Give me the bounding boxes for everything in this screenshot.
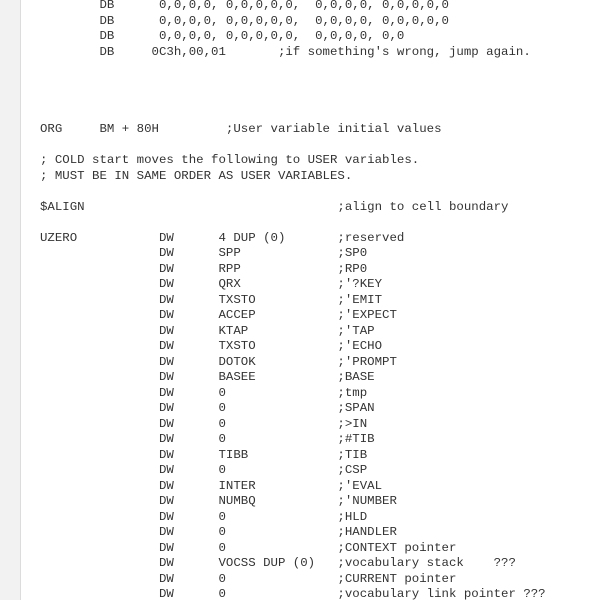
code-line[interactable]: DW VOCSS DUP (0) ;vocabulary stack ??? xyxy=(40,556,600,572)
code-line[interactable]: DW 0 ;tmp xyxy=(40,386,600,402)
code-line[interactable]: DW 0 ;#TIB xyxy=(40,432,600,448)
code-line[interactable]: DW 0 ;vocabulary link pointer ??? xyxy=(40,587,600,603)
code-line[interactable]: DB 0,0,0,0, 0,0,0,0,0, 0,0,0,0, 0,0,0,0,… xyxy=(40,14,600,30)
code-line[interactable] xyxy=(40,76,600,92)
code-line[interactable] xyxy=(40,138,600,154)
code-editor[interactable]: DB 0,0,0,0, 0,0,0,0,0, 0,0,0,0, 0,0,0,0,… xyxy=(40,0,600,603)
code-line[interactable] xyxy=(40,60,600,76)
code-line[interactable]: DW SPP ;SP0 xyxy=(40,246,600,262)
code-line[interactable]: DW ACCEP ;'EXPECT xyxy=(40,308,600,324)
code-line[interactable]: DW INTER ;'EVAL xyxy=(40,479,600,495)
code-line[interactable]: ; MUST BE IN SAME ORDER AS USER VARIABLE… xyxy=(40,169,600,185)
code-line[interactable]: UZERO DW 4 DUP (0) ;reserved xyxy=(40,231,600,247)
code-line[interactable] xyxy=(40,107,600,123)
code-line[interactable]: DW 0 ;>IN xyxy=(40,417,600,433)
code-line[interactable] xyxy=(40,215,600,231)
code-line[interactable]: DW 0 ;CONTEXT pointer xyxy=(40,541,600,557)
code-line[interactable]: ; COLD start moves the following to USER… xyxy=(40,153,600,169)
code-line[interactable]: DW TXSTO ;'EMIT xyxy=(40,293,600,309)
code-line[interactable]: DW NUMBQ ;'NUMBER xyxy=(40,494,600,510)
code-line[interactable]: DW 0 ;HANDLER xyxy=(40,525,600,541)
code-line[interactable] xyxy=(40,184,600,200)
editor-gutter xyxy=(0,0,21,600)
code-line[interactable]: DW TXSTO ;'ECHO xyxy=(40,339,600,355)
code-line[interactable]: DW 0 ;CURRENT pointer xyxy=(40,572,600,588)
code-line[interactable]: DB 0,0,0,0, 0,0,0,0,0, 0,0,0,0, 0,0 xyxy=(40,29,600,45)
code-line[interactable]: DW 0 ;SPAN xyxy=(40,401,600,417)
code-line[interactable]: DW DOTOK ;'PROMPT xyxy=(40,355,600,371)
code-line[interactable]: DW 0 ;HLD xyxy=(40,510,600,526)
code-line[interactable]: DW BASEE ;BASE xyxy=(40,370,600,386)
code-line[interactable]: DB 0,0,0,0, 0,0,0,0,0, 0,0,0,0, 0,0,0,0,… xyxy=(40,0,600,14)
code-line[interactable]: DW TIBB ;TIB xyxy=(40,448,600,464)
code-line[interactable]: DB 0C3h,00,01 ;if something's wrong, jum… xyxy=(40,45,600,61)
code-line[interactable]: DW 0 ;CSP xyxy=(40,463,600,479)
code-line[interactable] xyxy=(40,91,600,107)
code-line[interactable]: ORG BM + 80H ;User variable initial valu… xyxy=(40,122,600,138)
code-line[interactable]: $ALIGN ;align to cell boundary xyxy=(40,200,600,216)
code-line[interactable]: DW QRX ;'?KEY xyxy=(40,277,600,293)
code-line[interactable]: DW RPP ;RP0 xyxy=(40,262,600,278)
code-line[interactable]: DW KTAP ;'TAP xyxy=(40,324,600,340)
